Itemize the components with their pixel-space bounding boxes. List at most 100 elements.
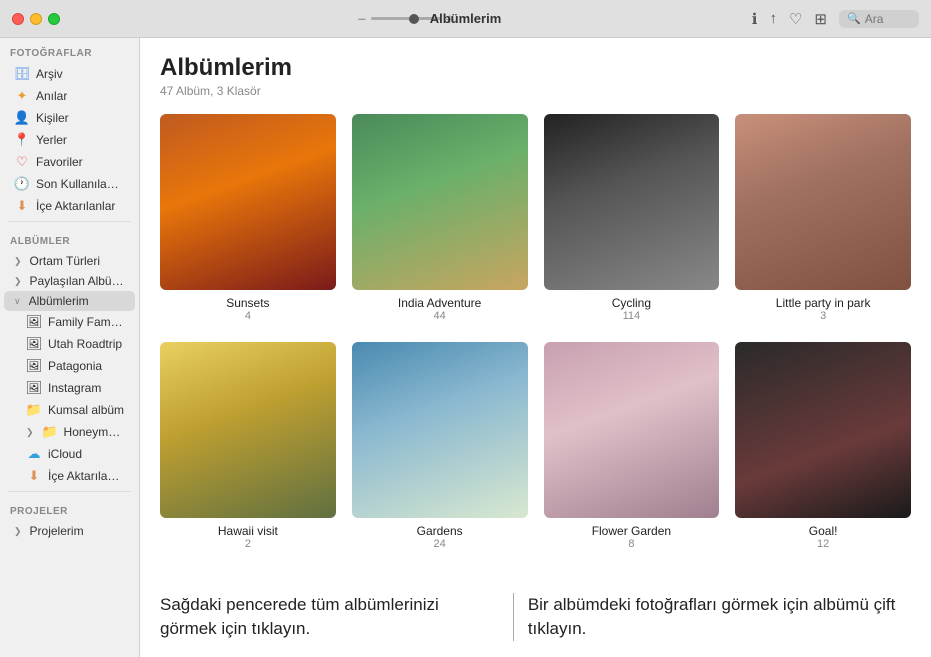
sidebar-item-instagram[interactable]: 🖼 Instagram xyxy=(4,377,135,399)
sidebar-item-beach[interactable]: 📁 Kumsal albüm xyxy=(4,399,135,421)
titlebar-actions: ℹ ↑ ♡ ⊞ 🔍 xyxy=(752,10,919,28)
import-icon: ⬇ xyxy=(14,198,30,214)
add-to-album-icon[interactable]: ⊞ xyxy=(814,10,827,28)
album-thumb-sunsets xyxy=(160,114,336,290)
sidebar-item-icloud[interactable]: ☁ iCloud xyxy=(4,443,135,465)
favorites-icon: ♡ xyxy=(14,154,30,170)
sidebar-item-recent[interactable]: 🕐 Son Kullanılanlar xyxy=(4,173,135,195)
page-subtitle: 47 Albüm, 3 Klasör xyxy=(160,84,911,98)
sidebar-item-archive[interactable]: 🗄 Arşiv xyxy=(4,63,135,85)
search-box[interactable]: 🔍 xyxy=(839,10,919,28)
honeymoon-chevron: ❯ xyxy=(26,427,34,438)
sidebar-item-beach-label: Kumsal albüm xyxy=(48,403,124,417)
nature-types-chevron: ❯ xyxy=(14,256,22,267)
sidebar-item-places[interactable]: 📍 Yerler xyxy=(4,129,135,151)
annotation-area: Sağdaki pencerede tüm albümlerinizi görm… xyxy=(140,581,931,657)
sidebar-item-people[interactable]: 👤 Kişiler xyxy=(4,107,135,129)
sidebar-item-archive-label: Arşiv xyxy=(36,67,63,81)
content-area: Albümlerim 47 Albüm, 3 Klasör Sunsets4In… xyxy=(140,38,931,657)
album-thumb-party xyxy=(735,114,911,290)
album-item-hawaii[interactable]: Hawaii visit2 xyxy=(160,342,336,550)
sidebar-section-albums: Albümler xyxy=(0,226,139,251)
sidebar-item-icloud-label: iCloud xyxy=(48,447,82,461)
album-thumb-cycling xyxy=(544,114,720,290)
sidebar-divider-1 xyxy=(8,221,131,222)
beach-icon: 📁 xyxy=(26,402,42,418)
family-family-icon: 🖼 xyxy=(26,314,42,330)
album-count-flower: 8 xyxy=(628,538,634,550)
share-icon[interactable]: ↑ xyxy=(769,10,777,27)
shared-albums-chevron: ❯ xyxy=(14,276,22,287)
annotation-left: Sağdaki pencerede tüm albümlerinizi görm… xyxy=(160,593,509,641)
album-name-hawaii: Hawaii visit xyxy=(218,524,278,538)
album-count-goal: 12 xyxy=(817,538,829,550)
album-name-sunsets: Sunsets xyxy=(226,296,269,310)
sidebar-item-honeymoon-label: Honeymoon xyxy=(64,425,125,439)
honeymoon-icon: 📁 xyxy=(42,424,58,440)
album-item-goal[interactable]: Goal!12 xyxy=(735,342,911,550)
sidebar-item-imported[interactable]: ⬇ İçe Aktarılanlar xyxy=(4,465,135,487)
sidebar-item-family-family[interactable]: 🖼 Family Family… xyxy=(4,311,135,333)
window-title-text: Albümlerim xyxy=(430,11,502,26)
memories-icon: ✦ xyxy=(14,88,30,104)
album-name-flower: Flower Garden xyxy=(592,524,671,538)
traffic-lights xyxy=(12,13,60,25)
zoom-slider-thumb[interactable] xyxy=(409,14,419,24)
sidebar-item-nature-types[interactable]: ❯ Ortam Türleri xyxy=(4,251,135,271)
sidebar-item-memories[interactable]: ✦ Anılar xyxy=(4,85,135,107)
sidebar-item-people-label: Kişiler xyxy=(36,111,69,125)
sidebar-item-places-label: Yerler xyxy=(36,133,67,147)
sidebar-item-family-family-label: Family Family… xyxy=(48,315,125,329)
annotation-vertical-divider xyxy=(513,593,514,641)
album-thumb-flower xyxy=(544,342,720,518)
projects-chevron: ❯ xyxy=(14,526,22,537)
window-title: Albümlerim xyxy=(430,11,502,26)
sidebar-item-shared-albums-label: Paylaşılan Albümler xyxy=(30,274,125,288)
sidebar-item-import[interactable]: ⬇ İçe Aktarılanlar xyxy=(4,195,135,217)
search-input[interactable] xyxy=(865,12,915,26)
annotation-right: Bir albümdeki fotoğrafları görmek için a… xyxy=(518,593,911,641)
sidebar-item-my-albums[interactable]: ∨ Albümlerim xyxy=(4,291,135,311)
sidebar-item-projects[interactable]: ❯ Projelerim xyxy=(4,521,135,541)
page-title: Albümlerim xyxy=(160,54,911,82)
album-count-gardens: 24 xyxy=(434,538,446,550)
album-count-india: 44 xyxy=(434,310,446,322)
album-count-party: 3 xyxy=(820,310,826,322)
sidebar-item-nature-types-label: Ortam Türleri xyxy=(30,254,100,268)
sidebar-item-instagram-label: Instagram xyxy=(48,381,101,395)
sidebar-section-projects: Projeler xyxy=(0,496,139,521)
sidebar-item-utah[interactable]: 🖼 Utah Roadtrip xyxy=(4,333,135,355)
sidebar-divider-2 xyxy=(8,491,131,492)
sidebar-item-favorites[interactable]: ♡ Favoriler xyxy=(4,151,135,173)
album-item-flower[interactable]: Flower Garden8 xyxy=(544,342,720,550)
album-name-cycling: Cycling xyxy=(612,296,651,310)
sidebar-item-favorites-label: Favoriler xyxy=(36,155,83,169)
album-item-sunsets[interactable]: Sunsets4 xyxy=(160,114,336,322)
sidebar-item-projects-label: Projelerim xyxy=(30,524,84,538)
close-button[interactable] xyxy=(12,13,24,25)
sidebar: Fotoğraflar 🗄 Arşiv ✦ Anılar 👤 Kişiler 📍… xyxy=(0,38,140,657)
sidebar-item-patagonia[interactable]: 🖼 Patagonia xyxy=(4,355,135,377)
album-item-gardens[interactable]: Gardens24 xyxy=(352,342,528,550)
albums-grid: Sunsets4India Adventure44Cycling114Littl… xyxy=(160,114,911,550)
search-icon: 🔍 xyxy=(847,12,861,25)
album-thumb-india xyxy=(352,114,528,290)
album-item-india[interactable]: India Adventure44 xyxy=(352,114,528,322)
heart-icon[interactable]: ♡ xyxy=(789,10,802,28)
icloud-icon: ☁ xyxy=(26,446,42,462)
minimize-button[interactable] xyxy=(30,13,42,25)
album-item-party[interactable]: Little party in park3 xyxy=(735,114,911,322)
album-item-cycling[interactable]: Cycling114 xyxy=(544,114,720,322)
sidebar-item-shared-albums[interactable]: ❯ Paylaşılan Albümler xyxy=(4,271,135,291)
maximize-button[interactable] xyxy=(48,13,60,25)
sidebar-item-honeymoon[interactable]: ❯ 📁 Honeymoon xyxy=(4,421,135,443)
sidebar-item-imported-label: İçe Aktarılanlar xyxy=(48,469,125,483)
imported-icon: ⬇ xyxy=(26,468,42,484)
patagonia-icon: 🖼 xyxy=(26,358,42,374)
album-thumb-goal xyxy=(735,342,911,518)
sidebar-item-memories-label: Anılar xyxy=(36,89,67,103)
instagram-icon: 🖼 xyxy=(26,380,42,396)
main-area: Fotoğraflar 🗄 Arşiv ✦ Anılar 👤 Kişiler 📍… xyxy=(0,38,931,657)
sidebar-item-patagonia-label: Patagonia xyxy=(48,359,102,373)
info-icon[interactable]: ℹ xyxy=(752,10,758,28)
